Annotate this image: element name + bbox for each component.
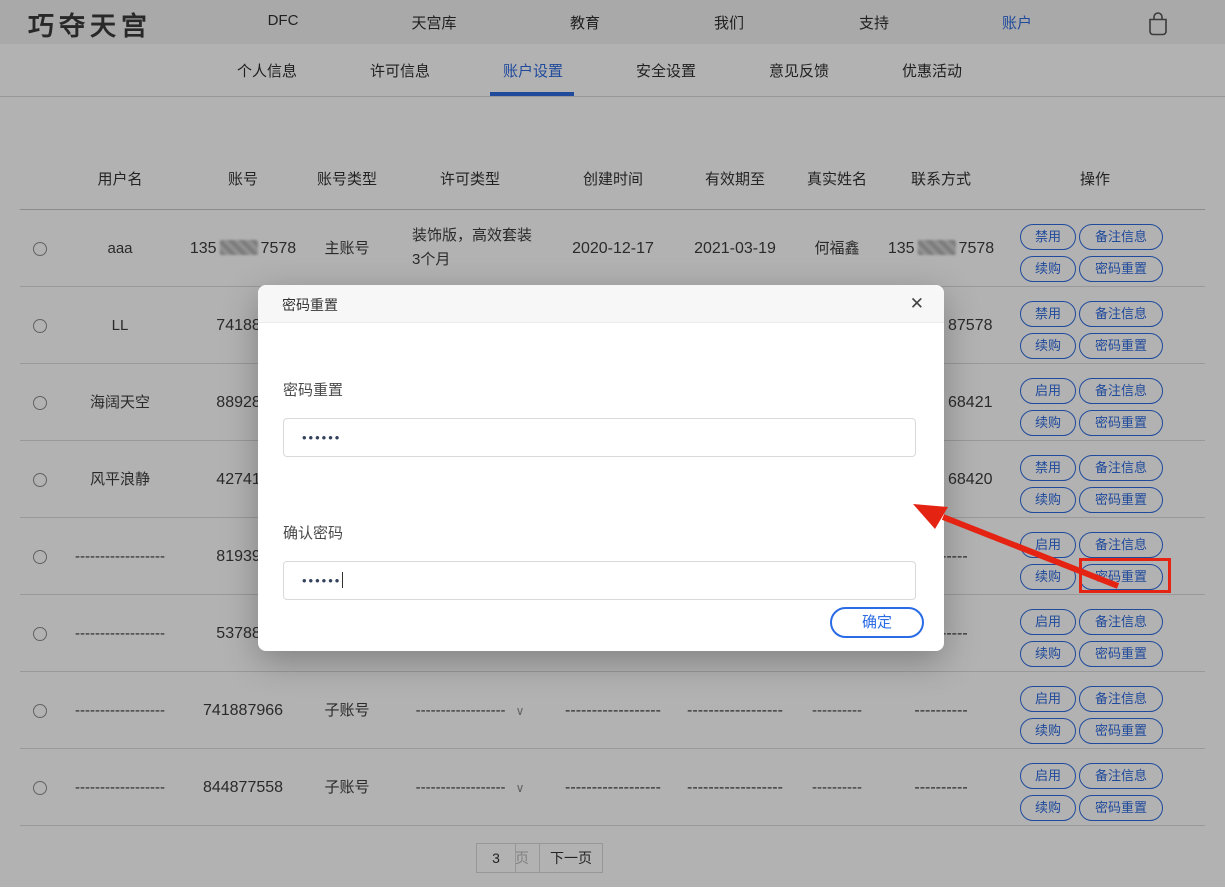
confirm-password-value: •••••• xyxy=(302,573,341,588)
modal-title: 密码重置 xyxy=(282,295,338,315)
confirm-password-input[interactable]: •••••• xyxy=(283,561,916,600)
text-caret xyxy=(342,572,343,588)
modal-header: 密码重置 ✕ xyxy=(258,285,944,323)
confirm-button[interactable]: 确定 xyxy=(830,607,924,638)
new-password-input[interactable]: •••••• xyxy=(283,418,916,457)
close-icon[interactable]: ✕ xyxy=(910,293,924,315)
new-password-value: •••••• xyxy=(302,430,341,445)
new-password-label: 密码重置 xyxy=(283,379,343,400)
password-reset-modal: 密码重置 ✕ 密码重置 •••••• 确认密码 •••••• 确定 xyxy=(258,285,944,651)
confirm-password-label: 确认密码 xyxy=(283,522,343,543)
